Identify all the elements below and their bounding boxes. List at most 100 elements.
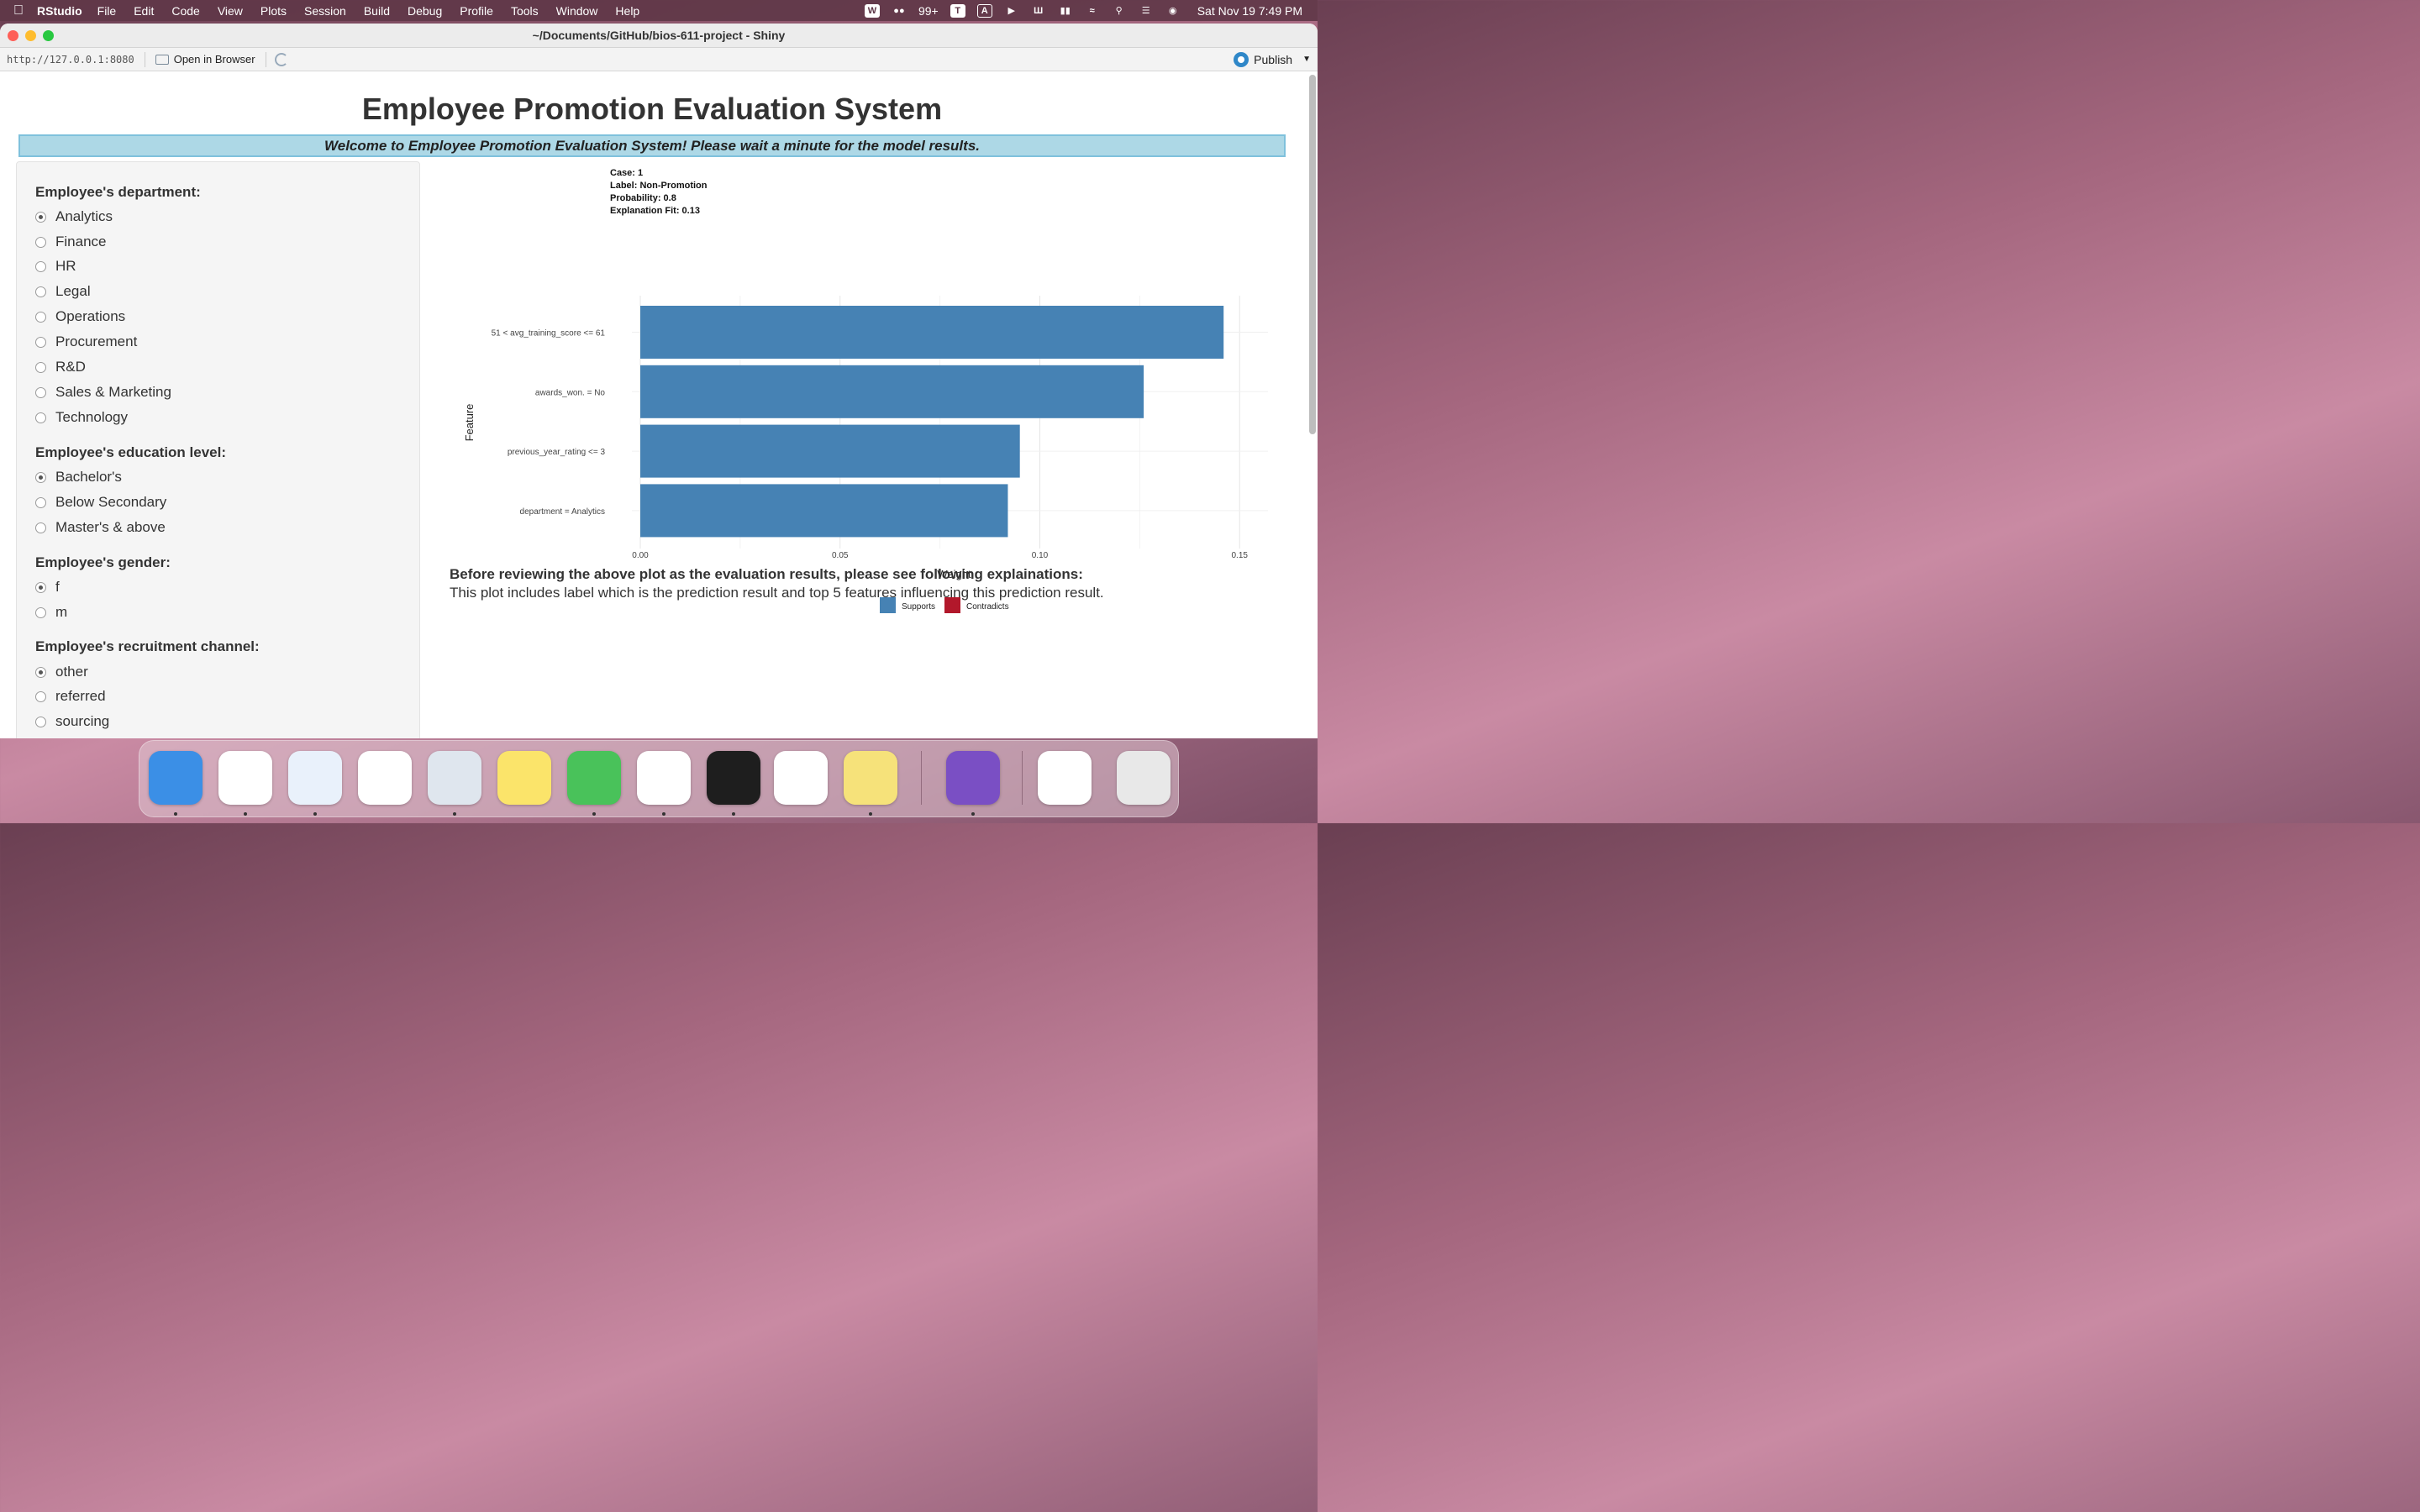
radio-option[interactable]: f: [35, 579, 60, 596]
scrollbar-thumb[interactable]: [1309, 75, 1316, 434]
apple-icon[interactable]: : [0, 3, 37, 18]
wps-tray-icon[interactable]: W: [864, 3, 880, 18]
trash-icon[interactable]: [1117, 751, 1171, 805]
bar-3: [640, 424, 1020, 478]
radio-option-label: sourcing: [55, 713, 110, 729]
radio-option[interactable]: Finance: [35, 234, 106, 250]
radio-button[interactable]: [35, 260, 46, 272]
radio-option[interactable]: referred: [35, 688, 106, 705]
menu-file[interactable]: File: [97, 4, 117, 18]
menu-edit[interactable]: Edit: [134, 4, 154, 18]
minimize-button[interactable]: [25, 29, 36, 41]
menu-view[interactable]: View: [218, 4, 243, 18]
menu-code[interactable]: Code: [171, 4, 199, 18]
publish-button[interactable]: Publish ▼: [1234, 51, 1311, 67]
explanation-heading: Before reviewing the above plot as the e…: [450, 566, 1083, 582]
radio-button[interactable]: [35, 236, 46, 248]
radio-option-label: Operations: [55, 308, 126, 324]
radio-option[interactable]: Legal: [35, 283, 91, 300]
radio-button[interactable]: [35, 716, 46, 727]
search-icon[interactable]: ⚲: [1112, 4, 1127, 18]
play-icon[interactable]: ▶: [1004, 4, 1019, 18]
radio-option[interactable]: R&D: [35, 359, 86, 375]
wechat-icon[interactable]: [567, 751, 621, 805]
terminal-icon[interactable]: [707, 751, 760, 805]
radio-button[interactable]: [35, 690, 46, 702]
radio-button-checked[interactable]: [35, 471, 46, 483]
radio-option-label: m: [55, 604, 68, 620]
rstudio-icon[interactable]: [428, 751, 481, 805]
wechat-tray-icon[interactable]: ●●: [892, 4, 907, 18]
radio-button[interactable]: [35, 412, 46, 423]
menu-build[interactable]: Build: [364, 4, 390, 18]
menu-profile[interactable]: Profile: [460, 4, 493, 18]
bluetooth-icon[interactable]: Ш: [1031, 4, 1046, 18]
safari-icon[interactable]: [288, 751, 342, 805]
close-button[interactable]: [8, 29, 18, 41]
radio-option[interactable]: sourcing: [35, 713, 109, 730]
radio-option[interactable]: Operations: [35, 308, 125, 325]
radio-option[interactable]: Analytics: [35, 208, 113, 225]
radio-button-checked[interactable]: [35, 581, 46, 593]
radio-option-label: other: [55, 664, 88, 680]
radio-button-checked[interactable]: [35, 666, 46, 678]
x-tick-label: 0.15: [1231, 551, 1248, 560]
menu-window[interactable]: Window: [556, 4, 598, 18]
menu-help[interactable]: Help: [615, 4, 639, 18]
radio-option[interactable]: Bachelor's: [35, 469, 122, 486]
radio-button[interactable]: [35, 496, 46, 508]
title-bar[interactable]: ~/Documents/GitHub/bios-611-project - Sh…: [0, 24, 1318, 48]
app-url[interactable]: http://127.0.0.1:8080: [0, 54, 141, 66]
shiny-window: ~/Documents/GitHub/bios-611-project - Sh…: [0, 24, 1318, 738]
zoom-button[interactable]: [43, 29, 54, 41]
radio-button[interactable]: [35, 311, 46, 323]
menu-plots[interactable]: Plots: [260, 4, 287, 18]
radio-option-label: Sales & Marketing: [55, 384, 171, 400]
wps-office-icon[interactable]: [218, 751, 272, 805]
radio-option[interactable]: Technology: [35, 409, 128, 426]
radio-option[interactable]: Sales & Marketing: [35, 384, 171, 401]
clock[interactable]: Sat Nov 19 7:49 PM: [1197, 4, 1302, 18]
radio-option[interactable]: m: [35, 604, 67, 621]
finder-icon[interactable]: [149, 751, 203, 805]
menu-tools[interactable]: Tools: [511, 4, 539, 18]
control-center-icon[interactable]: ☰: [1139, 4, 1154, 18]
menu-session[interactable]: Session: [304, 4, 346, 18]
chrome-icon[interactable]: [637, 751, 691, 805]
text-tray-icon[interactable]: T: [950, 3, 965, 18]
battery-icon[interactable]: ▮▮: [1058, 4, 1073, 18]
radio-button[interactable]: [35, 286, 46, 297]
running-indicator: [971, 812, 975, 816]
input-source-icon[interactable]: A: [976, 3, 992, 18]
radio-option[interactable]: HR: [35, 258, 76, 275]
open-in-browser-button[interactable]: Open in Browser: [149, 53, 262, 66]
menu-debug[interactable]: Debug: [408, 4, 442, 18]
radio-button[interactable]: [35, 361, 46, 373]
chevron-down-icon[interactable]: ▼: [1302, 55, 1311, 64]
radio-option-label: Finance: [55, 234, 107, 249]
radio-option[interactable]: Below Secondary: [35, 494, 166, 511]
preview-window-icon[interactable]: [1038, 751, 1092, 805]
refresh-icon[interactable]: [274, 52, 288, 66]
window-controls: [8, 29, 54, 41]
wifi-icon[interactable]: ≈: [1085, 4, 1100, 18]
radio-option[interactable]: other: [35, 664, 88, 680]
vscode-icon[interactable]: [358, 751, 412, 805]
welcome-banner: Welcome to Employee Promotion Evaluation…: [18, 134, 1286, 157]
radio-option[interactable]: Procurement: [35, 333, 137, 350]
radio-button[interactable]: [35, 606, 46, 618]
avatar-app-icon[interactable]: [774, 751, 828, 805]
stickies-icon[interactable]: [844, 751, 897, 805]
input-sidebar: Employee's department: Analytics Finance HR…: [16, 161, 420, 738]
dock-separator: [921, 751, 922, 805]
github-desktop-icon[interactable]: [946, 751, 1000, 805]
music-icon[interactable]: [497, 751, 551, 805]
radio-option[interactable]: Master's & above: [35, 519, 166, 536]
siri-icon[interactable]: ◉: [1165, 4, 1181, 18]
radio-button[interactable]: [35, 386, 46, 398]
radio-button-checked[interactable]: [35, 211, 46, 223]
publish-label: Publish: [1254, 52, 1293, 66]
radio-button[interactable]: [35, 522, 46, 533]
radio-button[interactable]: [35, 336, 46, 348]
app-menu-rstudio[interactable]: RStudio: [37, 4, 82, 18]
